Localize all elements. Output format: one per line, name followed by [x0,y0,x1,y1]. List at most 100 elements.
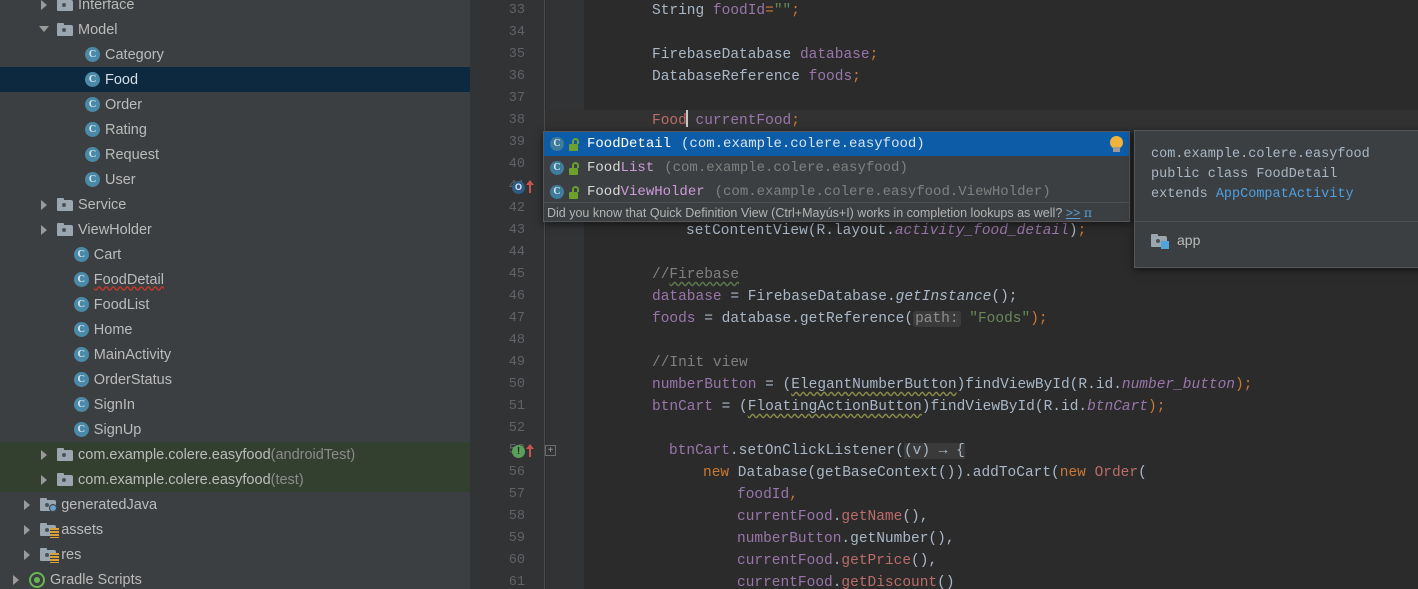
line-number: 39 [508,135,525,150]
code-line[interactable]: 56 new Database(getBaseContext()).addToCa… [470,462,1418,484]
tree-item-fooddetail[interactable]: C FoodDetail [0,267,470,292]
java-class-icon: C [85,97,100,112]
completion-item[interactable]: C FoodViewHolder (com.example.colere.easyf… [544,180,1129,204]
tree-item-signin[interactable]: C SignIn [0,392,470,417]
chevron-right-icon[interactable] [38,0,51,11]
tree-item-suffix: (test) [270,471,304,488]
code-line[interactable]: 33 String foodId=""; [470,0,1418,22]
tree-item-foodlist[interactable]: C FoodList [0,292,470,317]
module-folder-icon [1151,233,1169,249]
tree-item-label: res [61,546,82,563]
tree-item-cart[interactable]: C Cart [0,242,470,267]
code-line[interactable]: 51 btnCart = (FloatingActionButton)findVi… [470,396,1418,418]
project-tree-panel[interactable]: Interface Model C Category C Food C Order C Ratin… [0,0,470,589]
completion-hint-link[interactable]: >> [1066,206,1081,220]
line-number: 35 [508,47,525,62]
tree-item-assets[interactable]: assets [0,517,470,542]
tree-item-com-example-colere-easyfood[interactable]: com.example.colere.easyfood (test) [0,467,470,492]
chevron-right-icon[interactable] [21,523,34,536]
tree-item-model[interactable]: Model [0,17,470,42]
code-line-text: DatabaseReference foods; [652,69,861,85]
tree-item-viewholder[interactable]: ViewHolder [0,217,470,242]
tree-item-food[interactable]: C Food [0,67,470,92]
line-number: 45 [508,267,525,282]
code-line[interactable]: 58 currentFood.getName(), [470,506,1418,528]
tree-item-generatedjava[interactable]: generatedJava [0,492,470,517]
pi-icon[interactable]: π [1084,205,1092,220]
java-class-icon: C [73,397,89,412]
arrow-up-icon[interactable] [525,444,535,458]
chevron-right-icon[interactable] [38,223,51,236]
code-line[interactable]: 57 foodId, [470,484,1418,506]
code-line[interactable]: 34 [470,22,1418,44]
chevron-right-icon[interactable] [38,198,51,211]
line-number: 48 [508,333,525,348]
tree-item-label: MainActivity [93,346,172,363]
code-line[interactable]: 48 [470,330,1418,352]
line-number: 36 [508,69,525,84]
warning-gutter-icon[interactable]: ! [512,444,540,459]
completion-item[interactable]: C FoodDetail (com.example.colere.easyfood) [544,132,1129,156]
completion-hint-text: Did you know that Quick Definition View … [547,206,1063,220]
line-number: 57 [508,487,525,502]
tree-item-home[interactable]: C Home [0,317,470,342]
tree-item-com-example-colere-easyfood[interactable]: com.example.colere.easyfood (androidTest… [0,442,470,467]
tree-item-mainactivity[interactable]: C MainActivity [0,342,470,367]
folder-icon [57,223,73,236]
code-line[interactable]: 35 FirebaseDatabase database; [470,44,1418,66]
chevron-right-icon[interactable] [38,473,51,486]
code-line[interactable]: 49 //Init view [470,352,1418,374]
tree-item-signup[interactable]: C SignUp [0,417,470,442]
tree-item-orderstatus[interactable]: C OrderStatus [0,367,470,392]
tree-item-order[interactable]: C Order [0,92,470,117]
chevron-right-icon[interactable] [21,498,34,511]
chevron-right-icon[interactable] [10,573,23,586]
code-line[interactable]: 59 numberButton.getNumber(), [470,528,1418,550]
chevron-right-icon[interactable] [38,448,51,461]
chevron-down-icon[interactable] [38,23,51,36]
tree-item-label: User [105,171,136,188]
completion-item-name: FoodList [587,160,655,176]
tree-item-res[interactable]: res [0,542,470,567]
completion-item[interactable]: C FoodList (com.example.colere.easyfood) [544,156,1129,180]
code-content[interactable]: 33 String foodId=""; 34 35 FirebaseDatabase … [470,0,1418,589]
tree-item-label: Category [105,46,164,63]
tree-item-label: Order [105,96,143,113]
code-line[interactable]: 52 [470,418,1418,440]
tree-item-category[interactable]: C Category [0,42,470,67]
tree-item-request[interactable]: C Request [0,142,470,167]
completion-item-name: FoodViewHolder [587,184,705,200]
code-line[interactable]: 46 database = FirebaseDatabase.getInstanc… [470,286,1418,308]
code-editor-panel[interactable]: 33 String foodId=""; 34 35 FirebaseDatabase … [470,0,1418,589]
line-number: 47 [508,311,525,326]
gutter-marker[interactable]: O [512,181,525,194]
code-line[interactable]: 36 DatabaseReference foods; [470,66,1418,88]
lightbulb-icon[interactable] [1109,136,1125,153]
code-line[interactable]: 61 currentFood.getDiscount() [470,572,1418,589]
doc-extends-type[interactable]: AppCompatActivity [1216,187,1354,202]
code-line-text: currentFood.getDiscount() [737,575,955,589]
override-gutter-icon[interactable]: O [512,180,540,195]
tree-item-gradle-scripts[interactable]: Gradle Scripts [0,567,470,589]
documentation-popup[interactable]: com.example.colere.easyfood public class… [1134,130,1418,268]
code-line[interactable]: 38 Food currentFood; [470,110,1418,132]
chevron-right-icon[interactable] [21,548,34,561]
gutter-marker[interactable]: ! [512,445,525,458]
tree-item-rating[interactable]: C Rating [0,117,470,142]
line-number: 58 [508,509,525,524]
code-line[interactable]: 60 currentFood.getPrice(), [470,550,1418,572]
code-line[interactable]: 50 numberButton = (ElegantNumberButton)fi… [470,374,1418,396]
code-line[interactable]: 47 foods = database.getReference(path: "F… [470,308,1418,330]
arrow-up-icon[interactable] [525,180,535,194]
tree-item-user[interactable]: C User [0,167,470,192]
code-line[interactable]: 37 [470,88,1418,110]
code-line-text: setContentView(R.layout.activity_food_de… [686,223,1087,239]
code-completion-popup[interactable]: C FoodDetail (com.example.colere.easyfood)… [543,131,1130,222]
code-line[interactable]: 53btnCart.setOnClickListener((v) → { [470,440,1418,462]
code-fold-toggle[interactable]: + [545,445,556,456]
tree-item-interface[interactable]: Interface [0,0,470,17]
tree-item-service[interactable]: Service [0,192,470,217]
